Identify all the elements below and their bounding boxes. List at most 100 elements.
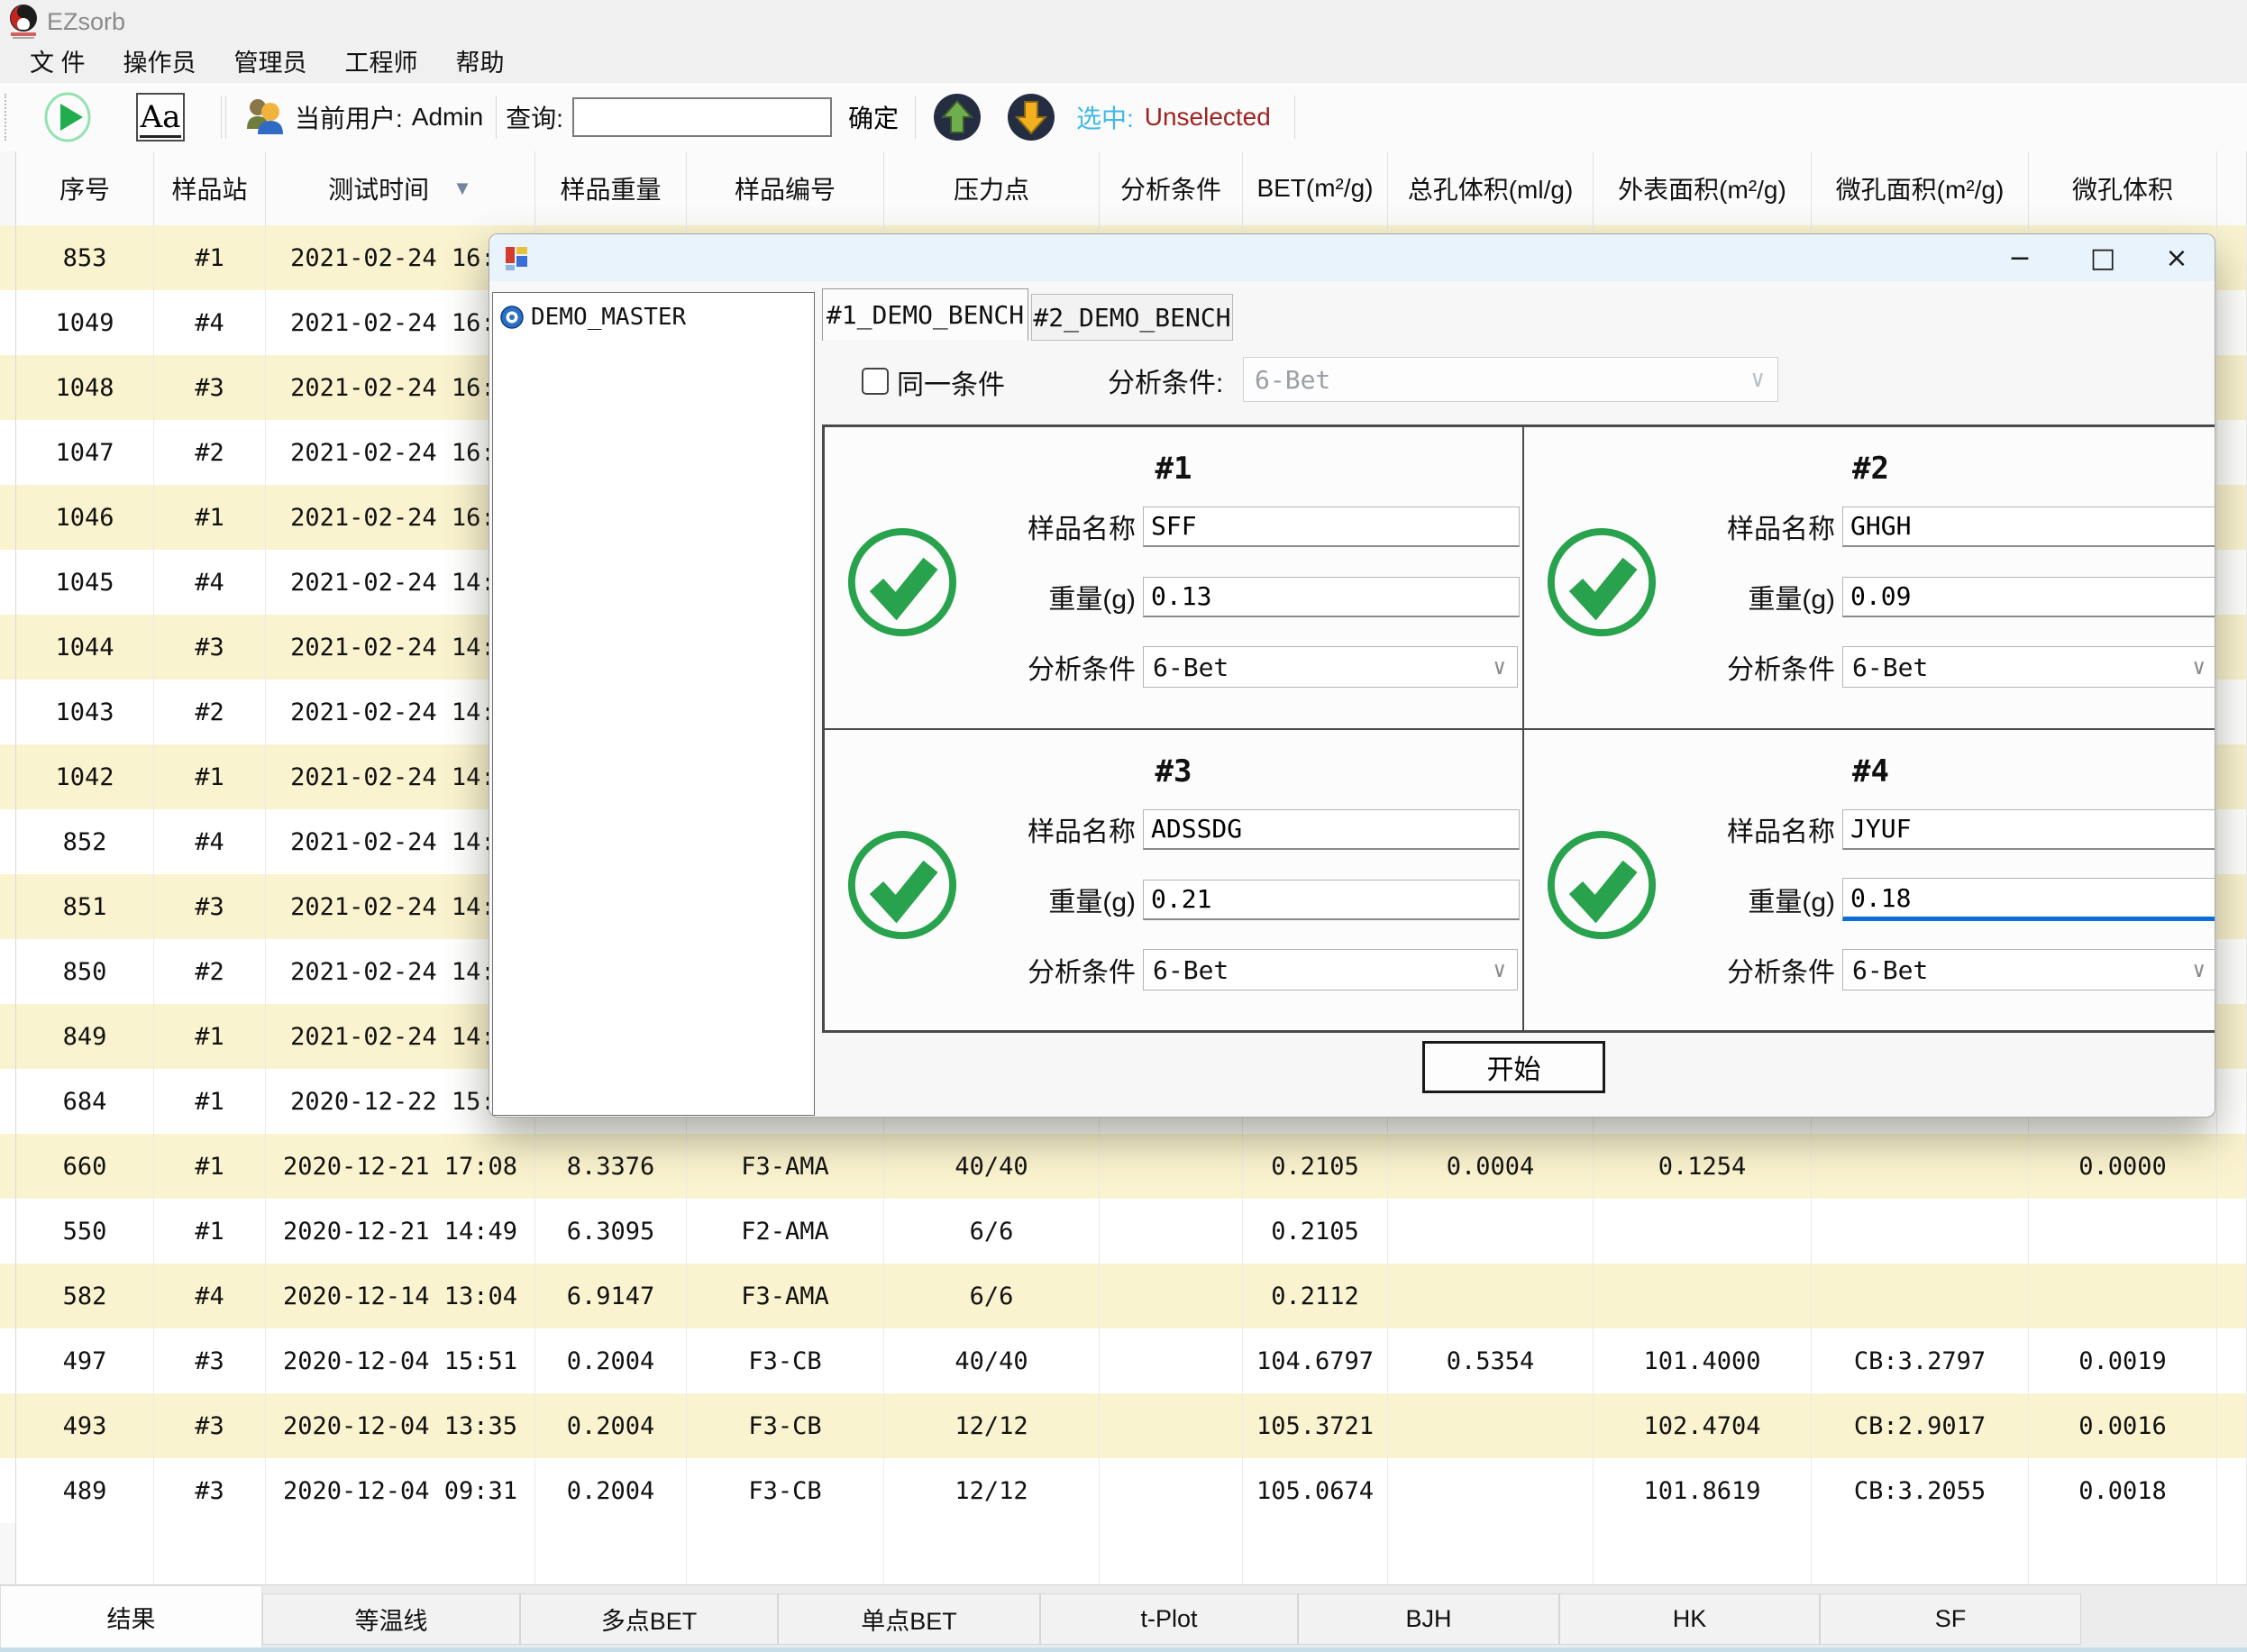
table-row[interactable]: 489#32020-12-04 09:310.2004F3-CB12/12105… [0,1458,2247,1523]
same-condition-checkbox[interactable] [862,368,889,395]
empty-row-area [0,1523,2247,1584]
menu-item-2[interactable]: 管理员 [215,43,326,83]
table-cell: F3-AMA [687,1134,884,1199]
bottom-tab-7[interactable]: SF [1820,1593,2081,1645]
move-down-button[interactable] [1006,92,1056,142]
maximize-icon[interactable]: □ [2070,234,2135,281]
move-up-button[interactable] [932,92,982,142]
sample-name-label: 样品名称 [897,507,1136,546]
analysis-condition-select[interactable]: 6-Bet ∨ [1243,357,1778,402]
table-cell: F3-AMA [687,1264,884,1328]
bottom-tab-5[interactable]: BJH [1298,1593,1559,1645]
toolbar-grip[interactable] [5,94,12,141]
column-header-2[interactable]: 测试时间▼ [266,151,535,225]
weight-input[interactable] [1842,577,2215,617]
row-filler [2217,290,2247,355]
table-cell: 2020-12-21 14:49 [266,1199,535,1264]
column-header-4[interactable]: 样品编号 [687,151,884,225]
confirm-button[interactable]: 确定 [843,96,904,139]
table-row[interactable]: 493#32020-12-04 13:350.2004F3-CB12/12105… [0,1393,2247,1458]
play-button[interactable] [44,92,91,142]
close-icon[interactable]: × [2144,234,2209,281]
column-header-7[interactable]: BET(m²/g) [1243,151,1388,225]
column-header-0[interactable]: 序号 [16,151,154,225]
query-input[interactable] [572,97,832,137]
row-gutter [0,225,16,290]
sample-name-input[interactable] [1842,507,2215,547]
table-cell: 1043 [16,680,154,744]
column-header-11[interactable]: 微孔体积 [2029,151,2217,225]
column-header-8[interactable]: 总孔体积(ml/g) [1388,151,1594,225]
table-cell: 40/40 [884,1134,1100,1199]
condition-select[interactable]: 6-Bet∨ [1143,949,1518,990]
sort-desc-icon: ▼ [452,177,472,200]
row-filler [2217,1264,2247,1328]
table-cell: 6/6 [884,1264,1100,1328]
table-cell: 0.2112 [1243,1264,1388,1328]
weight-input[interactable] [1842,878,2215,921]
tab-2-demo-bench[interactable]: #2_DEMO_BENCH [1031,294,1233,341]
table-cell [1812,1134,2029,1199]
title-bar: EZsorb [0,0,2247,43]
table-cell [1388,1199,1594,1264]
sample-name-input[interactable] [1842,809,2215,850]
column-header-1[interactable]: 样品站 [154,151,266,225]
bottom-tab-2[interactable]: 多点BET [520,1593,778,1645]
start-button[interactable]: 开始 [1422,1041,1605,1093]
condition-select[interactable]: 6-Bet∨ [1842,646,2215,688]
table-cell: #1 [154,1199,266,1264]
weight-label: 重量(g) [1596,577,1835,616]
bottom-tab-4[interactable]: t-Plot [1040,1593,1298,1645]
bottom-tab-3[interactable]: 单点BET [778,1593,1040,1645]
table-cell: 105.0674 [1243,1458,1388,1523]
bottom-tab-0[interactable]: 结果 [0,1585,262,1648]
status-bar [0,1647,2247,1652]
row-gutter [0,809,16,874]
chevron-down-icon: ∨ [2193,654,2206,680]
row-gutter [0,680,16,744]
column-header-6[interactable]: 分析条件 [1100,151,1243,225]
condition-select[interactable]: 6-Bet∨ [1842,949,2215,990]
condition-select[interactable]: 6-Bet ∨ [1143,646,1518,688]
font-button[interactable]: Aa [136,93,185,141]
table-cell: #3 [154,874,266,939]
table-row[interactable]: 660#12020-12-21 17:088.3376F3-AMA40/400.… [0,1134,2247,1199]
table-row[interactable]: 550#12020-12-21 14:496.3095F2-AMA6/60.21… [0,1199,2247,1264]
menu-item-1[interactable]: 操作员 [105,43,215,83]
column-header-3[interactable]: 样品重量 [535,151,687,225]
table-cell [1243,1523,1388,1584]
table-cell: #3 [154,355,266,420]
weight-input[interactable] [1143,577,1520,617]
table-cell: 1046 [16,485,154,550]
table-cell [154,1523,266,1584]
column-header-9[interactable]: 外表面积(m²/g) [1594,151,1812,225]
table-row[interactable]: 582#42020-12-14 13:046.9147F3-AMA6/60.21… [0,1264,2247,1328]
chevron-down-icon: ∨ [1493,654,1506,680]
column-header-10[interactable]: 微孔面积(m²/g) [1812,151,2029,225]
table-cell: 1049 [16,290,154,355]
bottom-tab-1[interactable]: 等温线 [262,1593,520,1645]
table-row[interactable]: 497#32020-12-04 15:510.2004F3-CB40/40104… [0,1328,2247,1393]
dialog-title-bar[interactable]: − □ × [489,234,2215,281]
condition-value: 6-Bet [1153,653,1229,682]
bottom-tab-6[interactable]: HK [1559,1593,1820,1645]
weight-input[interactable] [1143,880,1520,920]
menu-item-3[interactable]: 工程师 [326,43,437,83]
tab-1-demo-bench[interactable]: #1_DEMO_BENCH [822,288,1028,341]
table-cell [884,1523,1100,1584]
menu-item-4[interactable]: 帮助 [437,43,524,83]
sample-name-input[interactable] [1143,809,1520,850]
table-cell: 1047 [16,420,154,485]
row-gutter [0,939,16,1004]
table-cell: 0.0016 [2029,1393,2217,1458]
menu-item-0[interactable]: 文 件 [11,43,105,83]
row-gutter [0,1199,16,1264]
table-cell [1100,1328,1243,1393]
minimize-icon[interactable]: − [1987,234,2052,281]
tree-item-demo-master[interactable]: DEMO_MASTER [500,304,814,331]
sample-name-input[interactable] [1143,507,1520,547]
table-cell: 0.0000 [2029,1134,2217,1199]
column-header-5[interactable]: 压力点 [884,151,1100,225]
row-filler [2217,1199,2247,1264]
table-cell: 101.8619 [1594,1458,1812,1523]
